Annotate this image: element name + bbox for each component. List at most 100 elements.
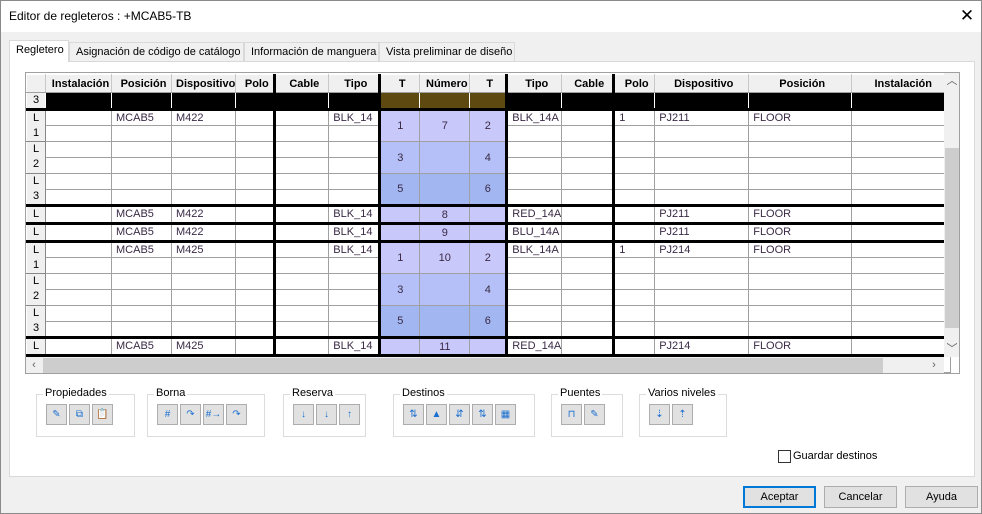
left-cell[interactable] (328, 257, 382, 274)
left-cell[interactable] (235, 157, 277, 174)
left-cell[interactable] (274, 305, 330, 322)
right-cell[interactable] (851, 108, 952, 126)
tab-catalog-code[interactable]: Asignación de código de catálogo (69, 42, 244, 62)
right-cell[interactable] (613, 336, 656, 356)
grid-cell[interactable] (469, 92, 509, 110)
left-cell[interactable] (170, 321, 237, 338)
scroll-left-icon[interactable]: ‹ (26, 357, 42, 373)
left-cell[interactable] (274, 273, 330, 290)
left-cell[interactable] (45, 204, 112, 224)
left-cell[interactable] (45, 222, 112, 242)
left-cell[interactable] (328, 157, 382, 174)
right-cell[interactable] (561, 108, 616, 126)
left-cell[interactable] (45, 173, 112, 190)
right-cell[interactable] (506, 125, 563, 142)
right-cell[interactable] (561, 189, 616, 206)
right-cell[interactable]: PJ214 (654, 336, 750, 356)
right-cell[interactable] (561, 321, 616, 338)
right-cell[interactable] (613, 273, 656, 290)
right-cell[interactable] (613, 305, 656, 322)
column-header[interactable]: Posición (748, 74, 853, 93)
right-cell[interactable]: BLK_14A (506, 240, 563, 258)
left-cell[interactable] (328, 321, 382, 338)
column-header[interactable]: Instalación (851, 74, 952, 93)
right-cell[interactable] (561, 141, 616, 158)
horizontal-scrollbar[interactable]: ‹ › (26, 357, 944, 373)
terminal-right-cell[interactable]: 4 (469, 273, 509, 306)
right-cell[interactable] (748, 173, 853, 190)
left-cell[interactable] (111, 289, 172, 306)
left-cell[interactable] (170, 257, 237, 274)
column-header[interactable]: Cable (274, 74, 330, 93)
left-cell[interactable] (45, 189, 112, 206)
row-header[interactable]: L (26, 222, 46, 242)
tab-cable-info[interactable]: Información de manguera (244, 42, 379, 62)
right-cell[interactable] (748, 189, 853, 206)
left-cell[interactable] (235, 321, 277, 338)
left-cell[interactable] (328, 141, 382, 158)
column-header[interactable]: Dispositivo (654, 74, 750, 93)
left-cell[interactable]: M422 (170, 204, 237, 224)
terminal-strip-grid[interactable]: Instalación Posición Dispositivo Polo Cable T… (25, 72, 960, 374)
level-row-header[interactable]: L 1 (26, 240, 46, 274)
row-header[interactable]: L (26, 336, 46, 356)
right-cell[interactable] (613, 289, 656, 306)
left-cell[interactable]: MCAB5 (111, 240, 172, 258)
table-row[interactable]: L 3 5 6 (26, 305, 952, 338)
column-header[interactable]: Polo (613, 74, 656, 93)
column-header[interactable]: Cable (561, 74, 616, 93)
right-cell[interactable] (654, 321, 750, 338)
insert-spare-button[interactable]: ↓ (293, 404, 314, 425)
terminal-right-cell[interactable]: 6 (469, 173, 509, 206)
terminal-right-cell[interactable]: 4 (469, 141, 509, 174)
left-cell[interactable] (235, 173, 277, 190)
level-down-button[interactable]: ⇣ (649, 404, 670, 425)
right-cell[interactable] (851, 305, 952, 322)
left-cell[interactable] (274, 141, 330, 158)
left-cell[interactable]: MCAB5 (111, 108, 172, 126)
left-cell[interactable] (45, 108, 112, 126)
right-cell[interactable]: RED_14A (506, 336, 563, 356)
right-cell[interactable] (654, 189, 750, 206)
table-row[interactable]: L MCAB5 M422 BLK_14 9 BLU_14A PJ211 FLOOR (26, 222, 952, 242)
right-cell[interactable] (613, 173, 656, 190)
left-cell[interactable]: MCAB5 (111, 204, 172, 224)
left-cell[interactable] (235, 141, 277, 158)
right-cell[interactable] (851, 289, 952, 306)
column-header[interactable]: Dispositivo (170, 74, 237, 93)
right-cell[interactable] (506, 289, 563, 306)
left-cell[interactable] (235, 257, 277, 274)
terminal-table[interactable]: Instalación Posición Dispositivo Polo Cable T… (26, 74, 952, 373)
renumber-terminal-button[interactable]: #→ (203, 404, 224, 425)
left-cell[interactable] (111, 273, 172, 290)
right-cell[interactable]: PJ214 (654, 240, 750, 258)
right-cell[interactable] (748, 305, 853, 322)
left-cell[interactable] (274, 240, 330, 258)
right-cell[interactable] (561, 289, 616, 306)
grid-cell[interactable] (235, 92, 277, 110)
right-cell[interactable] (748, 125, 853, 142)
left-cell[interactable] (274, 204, 330, 224)
terminal-right-cell[interactable] (469, 222, 509, 242)
right-cell[interactable] (506, 257, 563, 274)
column-header[interactable]: Polo (235, 74, 277, 93)
left-cell[interactable] (170, 141, 237, 158)
terminal-left-cell[interactable]: 5 (379, 173, 421, 206)
left-cell[interactable] (235, 289, 277, 306)
left-cell[interactable] (111, 173, 172, 190)
left-cell[interactable] (111, 125, 172, 142)
column-header[interactable]: T (379, 74, 421, 93)
left-cell[interactable]: MCAB5 (111, 336, 172, 356)
column-header[interactable]: Tipo (506, 74, 563, 93)
grid-cell[interactable] (506, 92, 563, 110)
right-cell[interactable] (613, 189, 656, 206)
left-cell[interactable]: BLK_14 (328, 222, 382, 242)
left-cell[interactable] (111, 321, 172, 338)
left-cell[interactable] (170, 125, 237, 142)
right-cell[interactable] (748, 289, 853, 306)
right-cell[interactable]: FLOOR (748, 222, 853, 242)
cancel-button[interactable]: Cancelar (824, 486, 897, 508)
insert-spare-bar-button[interactable]: ↓ (316, 404, 337, 425)
terminal-number-cell[interactable]: 7 (419, 108, 471, 142)
right-cell[interactable] (851, 157, 952, 174)
